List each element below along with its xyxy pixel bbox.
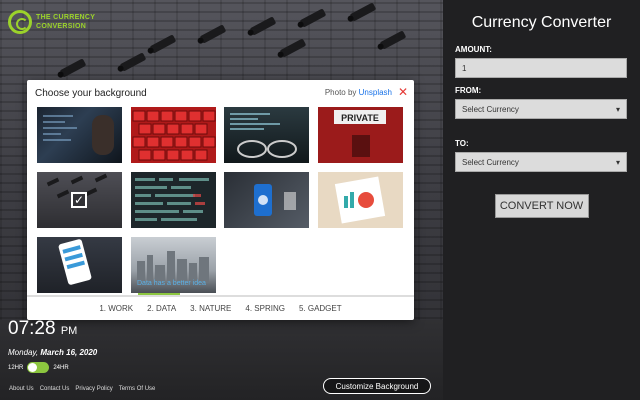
customize-background-button[interactable]: Customize Background xyxy=(323,378,431,394)
format-24hr: 24HR xyxy=(53,364,69,371)
footer-link-contact[interactable]: Contact Us xyxy=(40,386,70,392)
thumbnail-art xyxy=(132,110,216,161)
date-day: Monday, xyxy=(8,348,39,357)
footer-link-about[interactable]: About Us xyxy=(9,386,34,392)
security-camera xyxy=(199,24,227,44)
footer-link-privacy[interactable]: Privacy Policy xyxy=(75,386,112,392)
security-camera xyxy=(379,30,407,50)
from-label: FROM: xyxy=(455,86,482,95)
logo-line2: CONVERSION xyxy=(36,23,87,30)
thumbnail-matrix-data[interactable] xyxy=(131,172,216,228)
clock-ampm: PM xyxy=(60,325,78,337)
svg-text:PRIVATE: PRIVATE xyxy=(341,113,379,123)
thumbnail-chart-papers[interactable] xyxy=(318,172,403,228)
amount-value: 1 xyxy=(462,63,467,73)
security-camera xyxy=(59,58,87,78)
converter-panel: Currency Converter AMOUNT: 1 FROM: Selec… xyxy=(443,0,640,400)
chevron-down-icon: ▾ xyxy=(615,157,620,167)
converter-title: Currency Converter xyxy=(471,14,612,31)
tab-nature[interactable]: 3. NATURE xyxy=(190,304,231,313)
tab-gadget[interactable]: 5. GADGET xyxy=(299,304,342,313)
selected-check-icon: ✓ xyxy=(71,192,87,208)
tab-data[interactable]: 2. DATA xyxy=(147,304,176,313)
modal-title: Choose your background xyxy=(35,88,147,99)
category-tabs: 1. WORK 2. DATA 3. NATURE 4. SPRING 5. G… xyxy=(27,295,414,320)
thumbnail-art xyxy=(43,115,114,155)
amount-input[interactable]: 1 xyxy=(455,58,627,78)
background-chooser-modal: Choose your background Photo by Unsplash… xyxy=(27,80,414,320)
to-label: TO: xyxy=(455,139,469,148)
thumbnail-art xyxy=(58,239,92,285)
footer-links: About Us Contact Us Privacy Policy Terms… xyxy=(9,386,155,392)
thumbnail-art xyxy=(230,113,297,158)
logo-line1: THE CURRENCY xyxy=(36,14,96,21)
site-logo[interactable]: THE CURRENCY CONVERSION xyxy=(8,10,95,34)
time-format-toggle[interactable]: 12HR 24HR xyxy=(8,362,69,373)
logo-text: THE CURRENCY CONVERSION xyxy=(36,13,95,31)
security-camera xyxy=(149,34,177,54)
thumbnail-security-cameras[interactable]: ✓ xyxy=(37,172,122,228)
convert-button[interactable]: CONVERT NOW xyxy=(494,194,589,218)
date-display: Monday, March 16, 2020 xyxy=(8,348,97,357)
security-camera xyxy=(349,2,377,22)
thumbnail-red-keyboard[interactable] xyxy=(131,107,216,163)
tab-work[interactable]: 1. WORK xyxy=(99,304,133,313)
thumbnail-hand-phone[interactable] xyxy=(224,172,309,228)
footer-link-terms[interactable]: Terms Of Use xyxy=(119,386,156,392)
to-select-value: Select Currency xyxy=(462,157,519,167)
tab-spring[interactable]: 4. SPRING xyxy=(245,304,285,313)
thumbnail-hacker-code[interactable] xyxy=(37,107,122,163)
thumbnail-private-sign[interactable]: PRIVATE xyxy=(318,107,403,163)
date-rest: March 16, 2020 xyxy=(40,348,98,357)
thumbnail-art xyxy=(254,184,296,216)
thumbnail-city-skyline[interactable]: Data has a better idea xyxy=(131,237,216,293)
thumbnail-art: PRIVATE xyxy=(334,110,386,157)
thumbnail-art xyxy=(334,176,386,224)
security-camera xyxy=(299,8,327,28)
security-camera xyxy=(279,38,307,58)
chevron-down-icon: ▾ xyxy=(615,104,620,114)
clock-time: 07:28 xyxy=(8,318,56,339)
to-select[interactable]: Select Currency ▾ xyxy=(455,152,627,172)
photo-credit: Photo by Unsplash xyxy=(325,88,392,97)
format-switch[interactable] xyxy=(27,362,50,373)
thumbnail-phone-app[interactable] xyxy=(37,237,122,293)
close-icon[interactable]: ✕ xyxy=(398,86,408,98)
thumbnail-caption: Data has a better idea xyxy=(137,280,206,287)
security-camera xyxy=(119,52,147,72)
from-select-value: Select Currency xyxy=(462,104,519,114)
from-select[interactable]: Select Currency ▾ xyxy=(455,99,627,119)
clock-display: 07:28 PM xyxy=(8,318,77,340)
credit-prefix: Photo by xyxy=(324,88,357,97)
currency-logo-icon xyxy=(8,10,32,34)
unsplash-link[interactable]: Unsplash xyxy=(359,88,392,97)
format-12hr: 12HR xyxy=(8,364,24,371)
thumbnail-art xyxy=(135,178,209,221)
security-camera xyxy=(249,16,277,36)
thumbnail-glasses-monitor[interactable] xyxy=(224,107,309,163)
amount-label: AMOUNT: xyxy=(455,45,492,54)
